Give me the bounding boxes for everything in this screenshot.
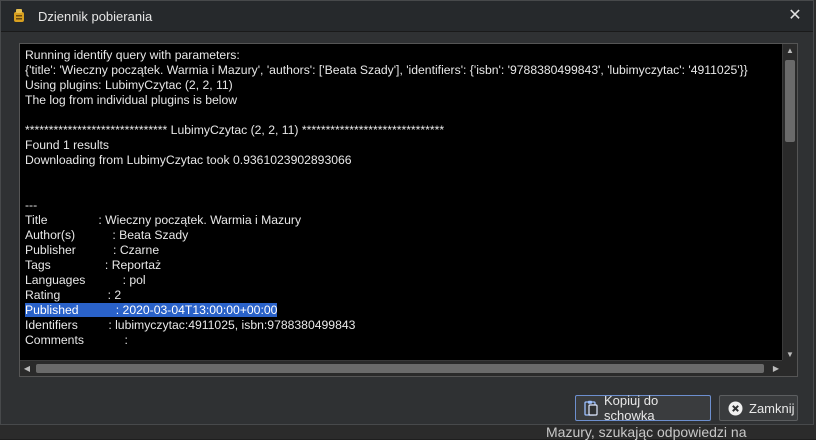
title-bar: Dziennik pobierania ✕ [1, 1, 813, 32]
horizontal-scrollbar[interactable]: ◀ ▶ [20, 360, 783, 376]
close-circle-icon [728, 401, 743, 415]
copy-to-clipboard-button[interactable]: Kopiuj do schowka [575, 393, 711, 423]
copy-button-label: Kopiuj do schowka [604, 393, 659, 423]
log-text-after: Identifiers : lubimyczytac:4911025, isbn… [25, 318, 356, 347]
clipboard-icon [584, 400, 598, 416]
scroll-up-icon[interactable]: ▲ [783, 44, 797, 58]
close-button[interactable]: Zamknij [719, 395, 798, 421]
calibre-app-icon [11, 8, 27, 24]
log-text-selected: Published : 2020-03-04T13:00:00+00:00 [25, 303, 278, 317]
vertical-scroll-thumb[interactable] [785, 60, 795, 142]
download-log-dialog: Dziennik pobierania ✕ Running identify q… [0, 0, 814, 425]
close-button-label: Zamknij [749, 400, 795, 416]
close-icon: ✕ [788, 7, 802, 24]
scrollbar-corner [782, 360, 797, 376]
log-text[interactable]: Running identify query with parameters: … [25, 48, 781, 360]
window-close-button[interactable]: ✕ [783, 5, 807, 27]
vertical-scrollbar[interactable]: ▲ ▼ [782, 44, 797, 362]
horizontal-scroll-thumb[interactable] [36, 364, 764, 373]
scroll-right-icon[interactable]: ▶ [769, 361, 783, 376]
log-text-area[interactable]: Running identify query with parameters: … [19, 43, 798, 377]
window-title: Dziennik pobierania [38, 9, 153, 24]
background-text: Mazury, szukając odpowiedzi na [546, 424, 747, 440]
log-text-before: Running identify query with parameters: … [25, 48, 748, 302]
scroll-left-icon[interactable]: ◀ [20, 361, 34, 376]
